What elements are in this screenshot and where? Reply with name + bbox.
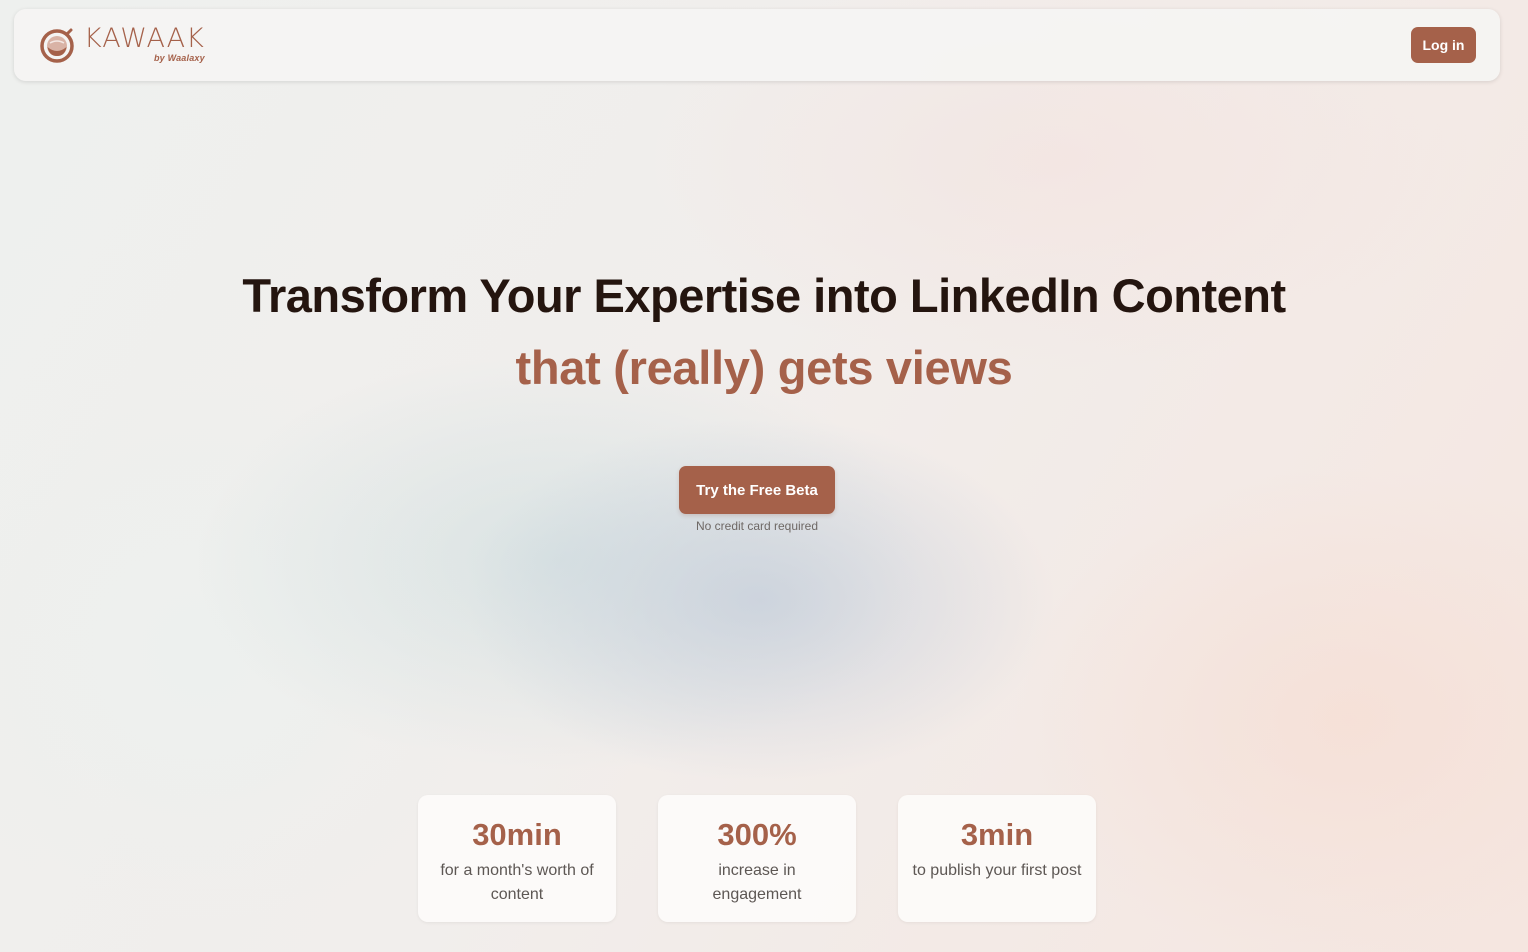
stat-card: 300% increase in engagement (658, 795, 856, 922)
brand-logo[interactable]: KAWAAK by Waalaxy (38, 24, 205, 66)
login-button[interactable]: Log in (1411, 27, 1476, 63)
hero-title: Transform Your Expertise into LinkedIn C… (242, 269, 1286, 322)
brand-name: KAWAAK (84, 23, 205, 54)
stat-value: 30min (472, 817, 562, 852)
stat-label: to publish your first post (912, 862, 1082, 879)
try-free-beta-button[interactable]: Try the Free Beta (679, 466, 835, 514)
stat-label: increase in engagement (712, 862, 802, 903)
no-credit-card-note: No credit card required (695, 519, 819, 533)
stat-label: for a month's worth of content (440, 862, 594, 903)
hero-subtitle: that (really) gets views (515, 341, 1013, 394)
stat-card: 30min for a month's worth of content (418, 795, 616, 922)
brand-byline: by Waalaxy (153, 53, 205, 63)
coffee-cup-logo-icon (40, 28, 74, 63)
top-navbar: KAWAAK by Waalaxy Log in (14, 9, 1500, 81)
brand-wordmark: KAWAAK by Waalaxy (84, 23, 205, 64)
stat-value: 3min (960, 817, 1034, 852)
stat-card: 3min to publish your first post (898, 795, 1096, 922)
stat-value: 300% (717, 817, 797, 852)
